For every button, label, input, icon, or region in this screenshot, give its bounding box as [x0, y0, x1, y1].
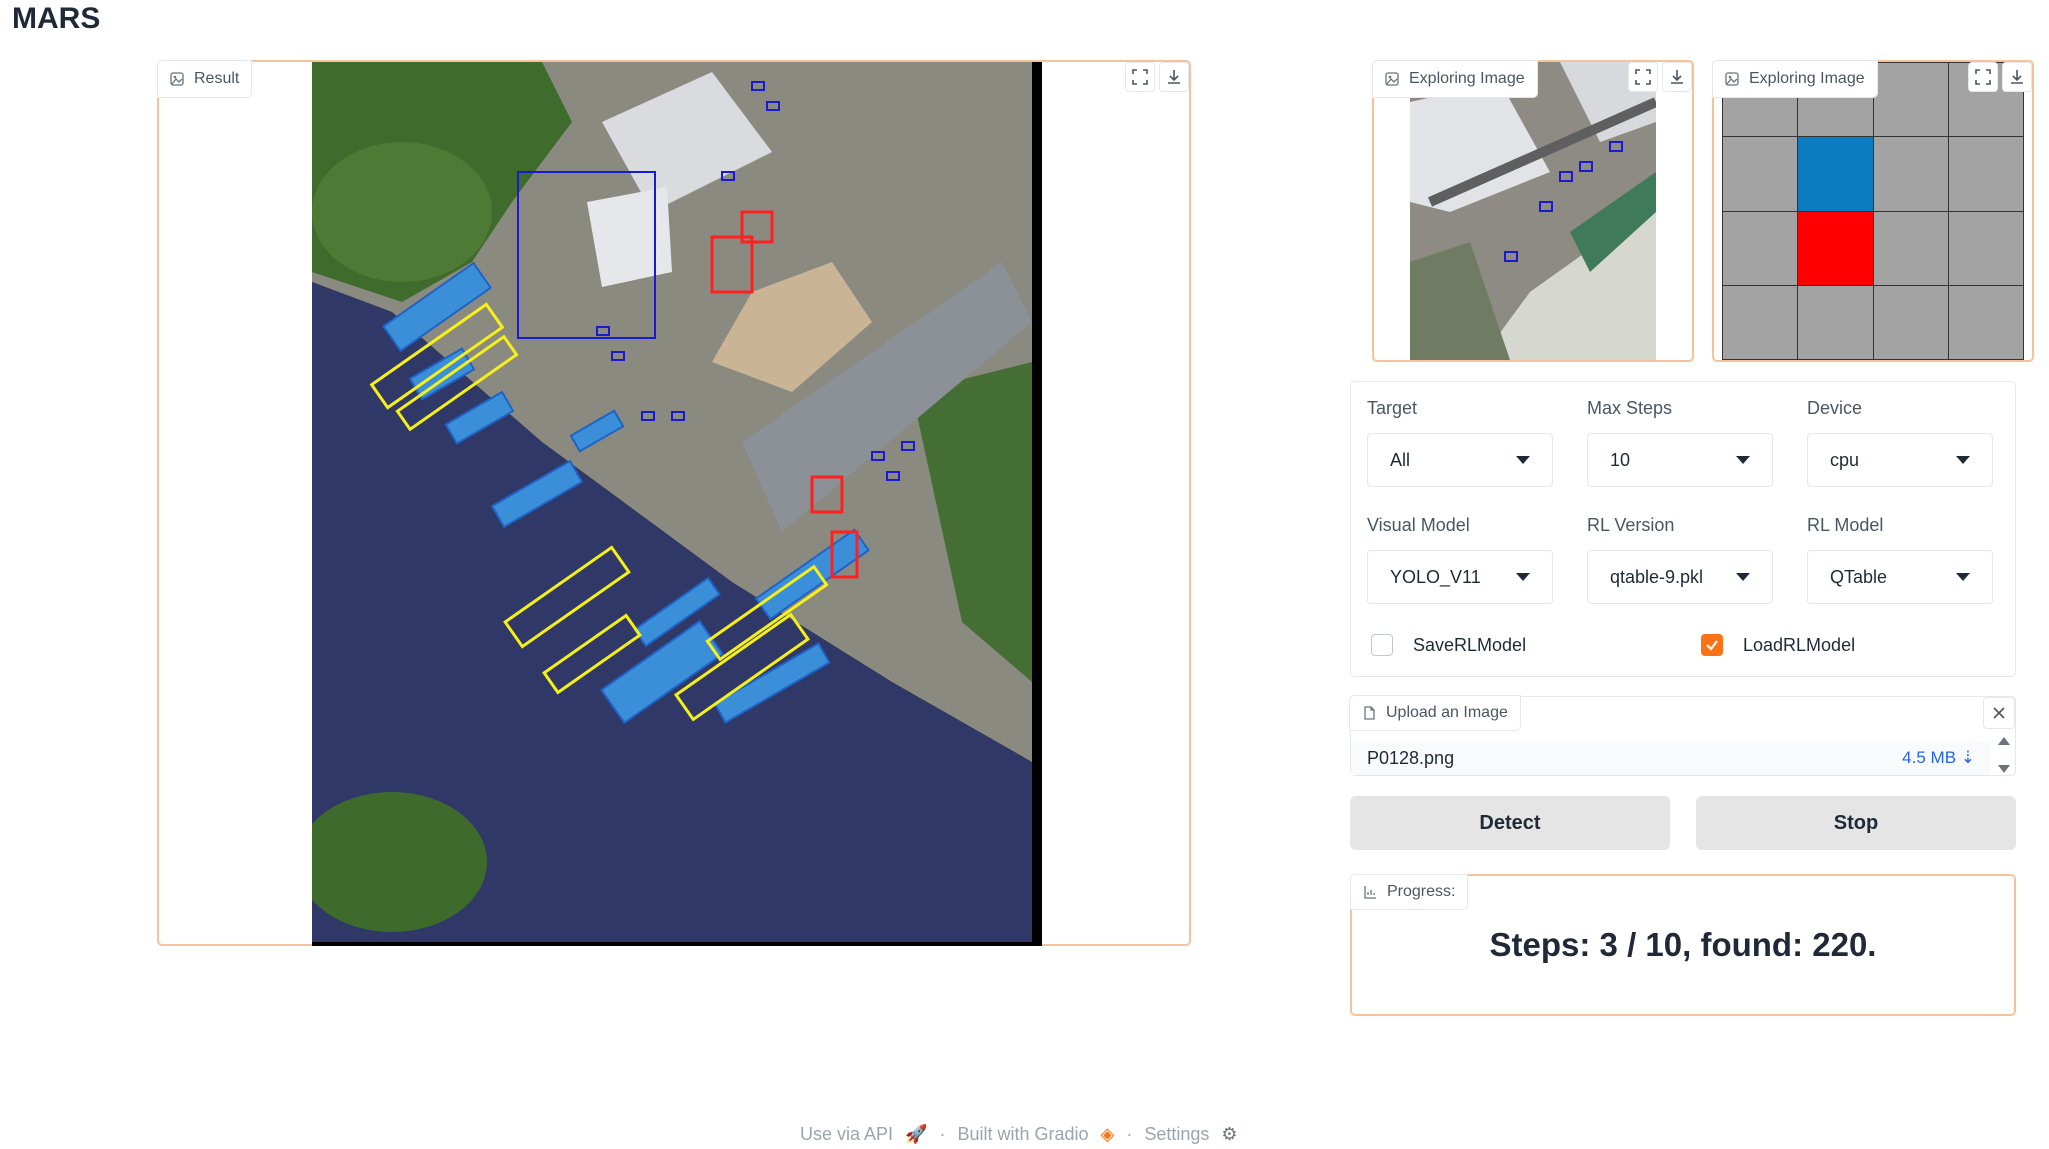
save-rl-model-checkbox-row[interactable]: SaveRLModel — [1371, 634, 1526, 656]
result-image — [312, 62, 1042, 946]
grid-cell-gray — [1873, 137, 1948, 211]
caret-down-icon — [1516, 573, 1530, 581]
max-steps-dropdown[interactable]: 10 — [1587, 433, 1773, 487]
exploring-image-panel-1: Exploring Image — [1372, 60, 1694, 362]
download-icon — [1671, 70, 1683, 84]
save-rl-model-checkbox[interactable] — [1371, 634, 1393, 656]
fullscreen-button[interactable] — [1628, 62, 1658, 92]
load-rl-model-checkbox[interactable] — [1701, 634, 1723, 656]
max-steps-label: Max Steps — [1587, 398, 1673, 418]
detect-button[interactable]: Detect — [1350, 796, 1670, 850]
rocket-icon: 🚀 — [905, 1124, 928, 1144]
download-button[interactable] — [2002, 62, 2032, 92]
grid-cell-gray — [1948, 211, 2023, 285]
footer: Use via API 🚀 · Built with Gradio ◈ · Se… — [800, 1124, 1238, 1145]
rl-model-dropdown[interactable]: QTable — [1807, 550, 1993, 604]
download-button[interactable] — [1159, 62, 1189, 92]
download-icon — [2011, 70, 2023, 84]
device-dropdown[interactable]: cpu — [1807, 433, 1993, 487]
result-panel: Result — [157, 60, 1191, 946]
grid-cell-gray — [1723, 211, 1798, 285]
device-label: Device — [1807, 398, 1863, 418]
exploring-image-label-2: Exploring Image — [1712, 60, 1878, 98]
grid-cell-gray — [1948, 137, 2023, 211]
image-icon — [170, 72, 184, 86]
file-size-download-link[interactable]: 4.5 MB ⇣ — [1902, 748, 1975, 768]
stop-button[interactable]: Stop — [1696, 796, 2016, 850]
result-label: Result — [157, 60, 253, 98]
grid-cell-gray — [1723, 137, 1798, 211]
progress-panel: Progress: Steps: 3 / 10, found: 220. — [1350, 874, 2016, 1016]
app-title: MARS — [12, 2, 101, 35]
gradio-logo-icon: ◈ — [1100, 1124, 1115, 1144]
clear-upload-button[interactable] — [1983, 697, 2015, 729]
caret-down-icon — [1956, 456, 1970, 464]
file-name: P0128.png — [1367, 747, 1455, 768]
grid-cell-gray — [1873, 63, 1948, 137]
grid-cell-gray — [1798, 285, 1873, 359]
fullscreen-icon — [1132, 69, 1148, 85]
use-via-api-link[interactable]: Use via API — [800, 1124, 893, 1145]
target-label: Target — [1367, 398, 1418, 418]
grid-cell-blue — [1798, 137, 1873, 211]
visual-model-dropdown[interactable]: YOLO_V11 — [1367, 550, 1553, 604]
progress-label: Progress: — [1350, 874, 1469, 910]
grid-cell-gray — [1873, 285, 1948, 359]
file-icon — [1364, 706, 1375, 720]
uploaded-file-row: P0128.png 4.5 MB ⇣ — [1351, 741, 1991, 775]
built-with-gradio-link[interactable]: Built with Gradio — [957, 1124, 1088, 1145]
visual-model-label: Visual Model — [1367, 515, 1470, 535]
download-button[interactable] — [1662, 62, 1692, 92]
load-rl-model-checkbox-row[interactable]: LoadRLModel — [1701, 634, 1855, 656]
upload-panel: Upload an Image P0128.png 4.5 MB ⇣ — [1349, 695, 2016, 776]
fullscreen-icon — [1975, 69, 1991, 85]
footer-separator: · — [939, 1124, 946, 1144]
fullscreen-button[interactable] — [1125, 62, 1155, 92]
exploring-crop-image — [1410, 62, 1656, 360]
grid-cell-gray — [1948, 285, 2023, 359]
exploring-image-label-1: Exploring Image — [1372, 60, 1538, 98]
scroll-up-icon[interactable] — [1998, 737, 2010, 745]
caret-down-icon — [1956, 573, 1970, 581]
fullscreen-icon — [1635, 69, 1651, 85]
upload-label: Upload an Image — [1349, 695, 1521, 731]
footer-separator: · — [1126, 1124, 1133, 1144]
settings-panel: Target All Max Steps 10 Device cpu Visua… — [1350, 381, 2016, 677]
close-icon — [1993, 707, 2005, 719]
scrollbar[interactable] — [1997, 737, 2011, 773]
target-dropdown[interactable]: All — [1367, 433, 1553, 487]
download-icon — [1168, 70, 1180, 84]
grid-cell-gray — [1873, 211, 1948, 285]
settings-link[interactable]: Settings — [1144, 1124, 1209, 1145]
caret-down-icon — [1516, 456, 1530, 464]
chart-icon — [1364, 886, 1376, 899]
checkmark-icon — [1706, 640, 1718, 651]
rl-version-dropdown[interactable]: qtable-9.pkl — [1587, 550, 1773, 604]
scroll-down-icon[interactable] — [1998, 765, 2010, 773]
caret-down-icon — [1736, 456, 1750, 464]
rl-model-label: RL Model — [1807, 515, 1884, 535]
fullscreen-button[interactable] — [1968, 62, 1998, 92]
rl-version-label: RL Version — [1587, 515, 1675, 535]
gear-icon: ⚙ — [1221, 1124, 1238, 1144]
caret-down-icon — [1736, 573, 1750, 581]
exploring-image-panel-2: Exploring Image — [1712, 60, 2034, 362]
exploration-grid — [1722, 62, 2024, 360]
progress-text: Steps: 3 / 10, found: 220. — [1489, 926, 1877, 963]
grid-cell-gray — [1723, 285, 1798, 359]
image-icon — [1385, 72, 1399, 86]
grid-cell-red — [1798, 211, 1873, 285]
image-icon — [1725, 72, 1739, 86]
